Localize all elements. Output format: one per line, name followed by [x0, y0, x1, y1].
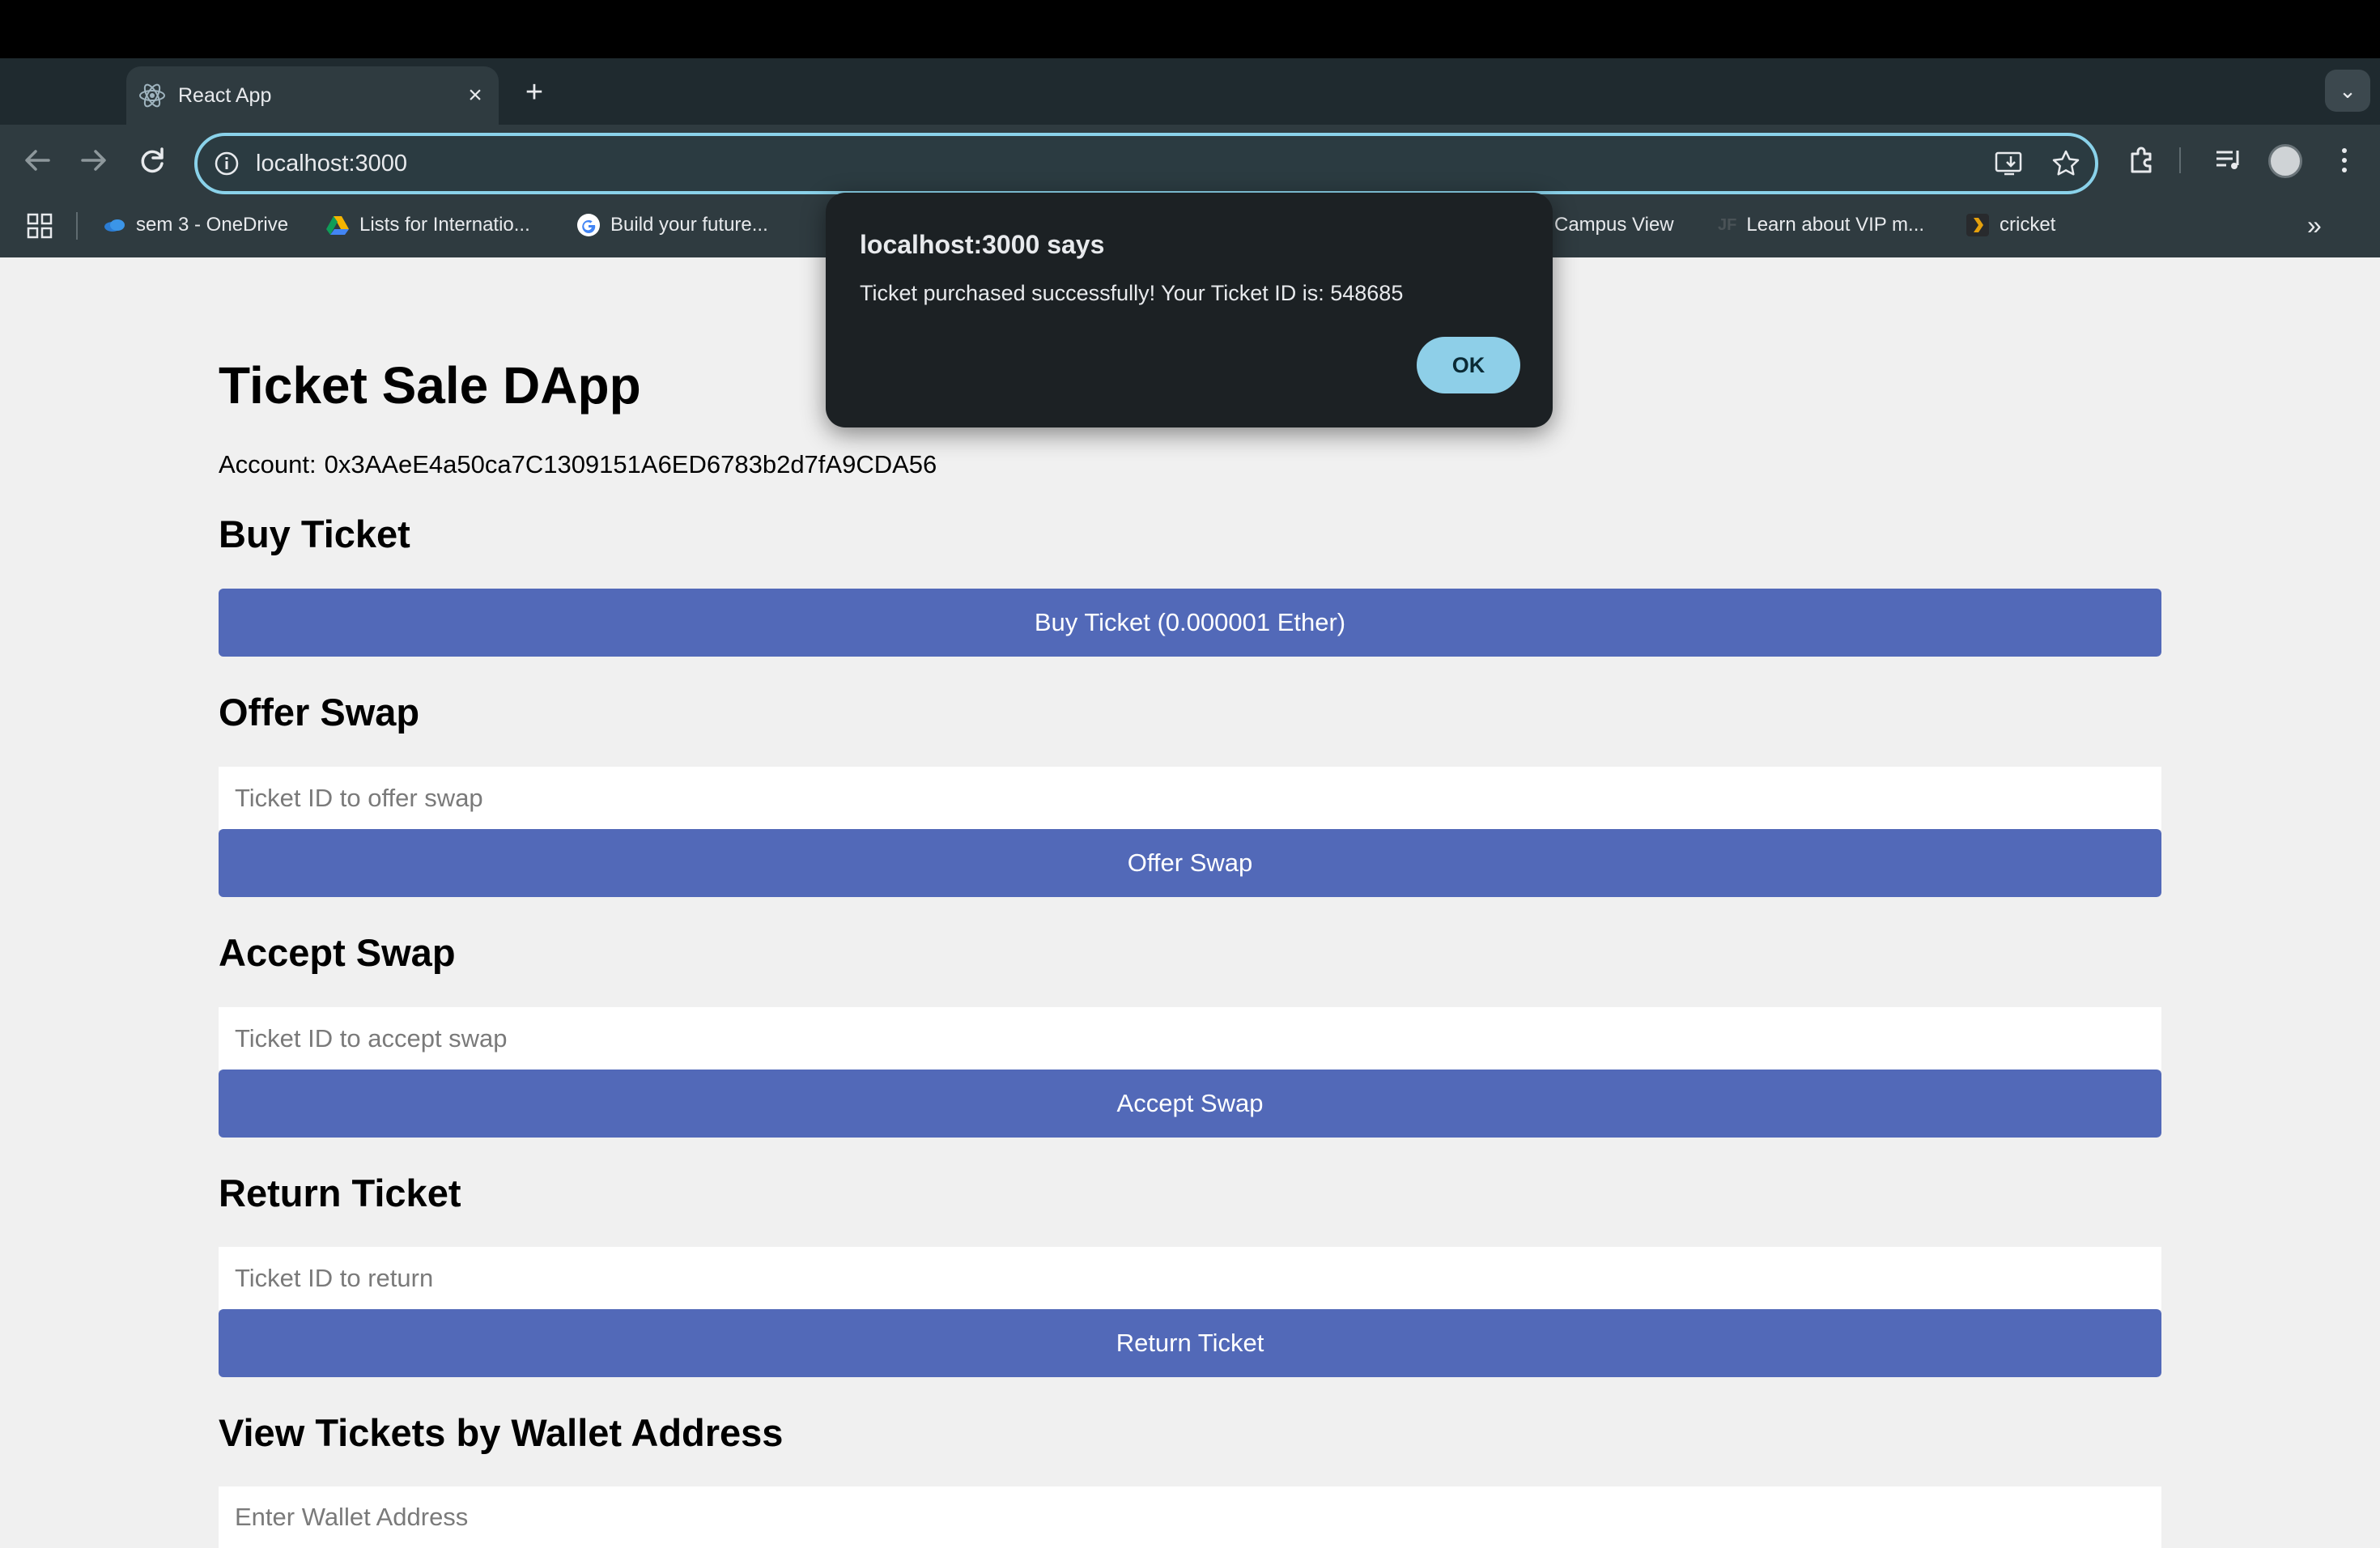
accept-swap-heading: Accept Swap — [219, 931, 456, 974]
tab-search-chevron-icon[interactable]: ⌄ — [2325, 70, 2370, 112]
new-tab-plus-icon[interactable]: + — [518, 74, 550, 110]
account-address: 0x3AAeE4a50ca7C1309151A6ED6783b2d7fA9CDA… — [324, 450, 937, 478]
address-bar[interactable]: localhost:3000 — [194, 133, 2098, 194]
bookmark-item[interactable]: Build your future... — [576, 209, 768, 241]
accept-swap-ticket-id-input[interactable] — [219, 1007, 2161, 1070]
jf-icon: JF — [1718, 215, 1737, 234]
offer-swap-ticket-id-input[interactable] — [219, 767, 2161, 830]
profile-avatar[interactable] — [2268, 144, 2302, 178]
dialog-message: Ticket purchased successfully! Your Tick… — [860, 281, 1404, 305]
forward-arrow-icon[interactable] — [74, 141, 113, 180]
install-app-icon[interactable] — [1993, 147, 2025, 180]
buy-ticket-heading: Buy Ticket — [219, 512, 410, 555]
tab-title: React App — [178, 84, 272, 107]
accept-swap-button[interactable]: Accept Swap — [219, 1070, 2161, 1138]
dialog-title: localhost:3000 says — [860, 230, 1105, 259]
system-top-bar — [0, 0, 2380, 58]
page-title: Ticket Sale DApp — [219, 356, 641, 415]
offer-swap-button[interactable]: Offer Swap — [219, 829, 2161, 897]
account-line: Account: 0x3AAeE4a50ca7C1309151A6ED6783b2… — [219, 449, 937, 481]
bookmark-item[interactable]: Lists for Internatio... — [325, 209, 530, 241]
bookmark-label: sem 3 - OneDrive — [136, 214, 289, 236]
reload-icon[interactable] — [133, 141, 172, 180]
account-label: Account: — [219, 450, 317, 478]
bookmark-star-icon[interactable] — [2050, 147, 2082, 180]
react-logo-icon — [138, 81, 167, 110]
extensions-puzzle-icon[interactable] — [2123, 141, 2161, 180]
url-text[interactable]: localhost:3000 — [256, 147, 407, 180]
bookmark-item[interactable]: JF Learn about VIP m... — [1718, 209, 1924, 241]
bookmark-item[interactable]: sem 3 - OneDrive — [102, 209, 288, 241]
more-bookmarks-chevron-icon[interactable]: » — [2307, 209, 2322, 241]
bookmark-label: cricket — [2000, 214, 2056, 236]
bookmark-item[interactable]: Campus View — [1545, 209, 1674, 241]
google-icon — [576, 213, 601, 237]
bookmark-label: Lists for Internatio... — [359, 214, 530, 236]
bookmark-label: Campus View — [1554, 214, 1674, 236]
back-arrow-icon[interactable] — [18, 141, 57, 180]
return-ticket-heading: Return Ticket — [219, 1172, 461, 1214]
toolbar-divider — [2179, 147, 2181, 173]
return-ticket-id-input[interactable] — [219, 1247, 2161, 1310]
tab-close-icon[interactable]: × — [460, 80, 491, 111]
view-tickets-heading: View Tickets by Wallet Address — [219, 1411, 784, 1454]
buy-ticket-button[interactable]: Buy Ticket (0.000001 Ether) — [219, 589, 2161, 657]
alert-dialog: localhost:3000 says Ticket purchased suc… — [826, 193, 1553, 427]
dialog-ok-button[interactable]: OK — [1417, 337, 1520, 393]
return-ticket-button[interactable]: Return Ticket — [219, 1309, 2161, 1377]
bookmark-label: Learn about VIP m... — [1746, 214, 1925, 236]
bookmark-label: Build your future... — [610, 214, 768, 236]
bookmark-item[interactable]: cricket — [1966, 209, 2055, 241]
wallet-address-input[interactable] — [219, 1486, 2161, 1548]
offer-swap-heading: Offer Swap — [219, 691, 420, 734]
plex-icon — [1966, 213, 1990, 237]
browser-tab-react-app[interactable]: React App × — [126, 66, 499, 125]
apps-grid-icon[interactable] — [26, 212, 53, 240]
site-info-icon[interactable] — [212, 149, 241, 178]
bookmarks-divider — [76, 212, 78, 240]
onedrive-icon — [102, 213, 126, 237]
media-controls-icon[interactable] — [2208, 141, 2247, 180]
kebab-menu-icon[interactable] — [2325, 141, 2364, 180]
google-drive-icon — [325, 213, 350, 237]
